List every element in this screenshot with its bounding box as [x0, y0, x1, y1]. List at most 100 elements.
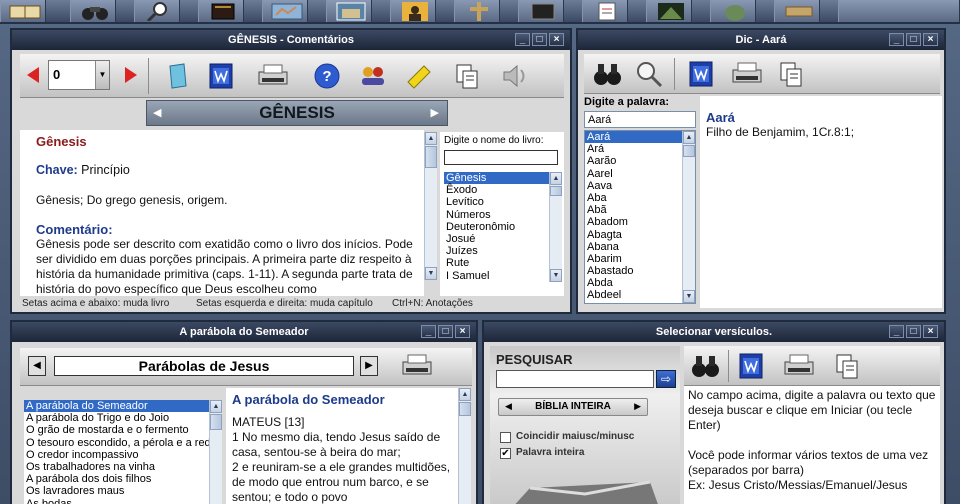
bible-icon[interactable]	[198, 0, 244, 22]
scroll-icon[interactable]	[774, 0, 820, 22]
parable-list-scrollbar[interactable]: ▲	[209, 400, 222, 504]
whole-word-checkbox[interactable]: ✔	[500, 448, 511, 459]
magnifier-icon[interactable]	[134, 0, 180, 22]
book-list-item[interactable]: Gênesis	[444, 172, 562, 185]
parable-list-item[interactable]: Os trabalhadores na vinha	[24, 461, 222, 473]
word-list-scrollbar[interactable]: ▲ ▼	[682, 131, 695, 303]
parable-group-select[interactable]: Parábolas de Jesus	[54, 356, 354, 376]
parable-list-item[interactable]: As bodas	[24, 498, 222, 504]
parable-list-item[interactable]: Os lavradores maus	[24, 485, 222, 497]
word-list-item[interactable]: Abana	[585, 241, 695, 253]
parable-title[interactable]: A parábola do Semeador	[12, 322, 476, 342]
word-list-item[interactable]: Abadom	[585, 216, 695, 228]
scroll-thumb[interactable]	[550, 186, 562, 196]
book-list-item[interactable]: Êxodo	[444, 184, 562, 196]
scroll-up-icon[interactable]: ▲	[683, 131, 695, 144]
book-list-item[interactable]: Rute	[444, 257, 562, 269]
maximize-button[interactable]: □	[532, 33, 547, 46]
scroll-thumb[interactable]	[425, 146, 437, 168]
word-list-item[interactable]: Abastado	[585, 265, 695, 277]
minimize-button[interactable]: _	[889, 325, 904, 338]
scroll-up-icon[interactable]: ▲	[550, 172, 562, 185]
word-list-item[interactable]: Aarel	[585, 168, 695, 180]
scroll-down-icon[interactable]: ▼	[683, 290, 695, 303]
people-icon[interactable]	[356, 60, 390, 92]
prev-chapter-icon[interactable]	[26, 66, 40, 84]
next-chapter-icon[interactable]	[124, 66, 138, 84]
parable-list-item[interactable]: A parábola dos dois filhos	[24, 473, 222, 485]
book-list-item[interactable]: I Samuel	[444, 270, 562, 282]
highlighter-icon[interactable]	[402, 60, 436, 92]
next-group-icon[interactable]: ▶	[360, 356, 378, 376]
scope-next-icon[interactable]: ▶	[634, 401, 641, 412]
copy-icon[interactable]	[830, 350, 864, 382]
word-list-item[interactable]: Aava	[585, 180, 695, 192]
parable-list-item[interactable]: O credor incompassivo	[24, 449, 222, 461]
word-list-item[interactable]: Abã	[585, 204, 695, 216]
word-export-icon[interactable]	[204, 60, 238, 92]
printer-icon[interactable]	[730, 58, 764, 90]
word-list-item[interactable]: Abdeel	[585, 289, 695, 301]
book-icon[interactable]	[0, 0, 46, 22]
book-list-item[interactable]: Juízes	[444, 245, 562, 257]
search-input[interactable]	[496, 370, 654, 388]
printer-icon[interactable]	[256, 60, 290, 92]
parable-text-scrollbar[interactable]: ▲	[458, 388, 471, 504]
close-button[interactable]: ×	[549, 33, 564, 46]
binoculars-icon[interactable]	[688, 350, 722, 382]
minimize-button[interactable]: _	[889, 33, 904, 46]
maximize-button[interactable]: □	[906, 325, 921, 338]
word-export-icon[interactable]	[684, 58, 718, 90]
word-list-item[interactable]: Abda	[585, 277, 695, 289]
book-list-scrollbar[interactable]: ▲ ▼	[549, 172, 562, 282]
scroll-thumb[interactable]	[459, 402, 471, 416]
printer-icon[interactable]	[400, 350, 434, 382]
close-button[interactable]: ×	[923, 325, 938, 338]
parable-list-item[interactable]: O tesouro escondido, a pérola e a rede	[24, 437, 222, 449]
copy-page-icon[interactable]	[160, 60, 194, 92]
speaker-icon[interactable]	[498, 60, 532, 92]
person-icon[interactable]	[390, 0, 436, 22]
scroll-down-icon[interactable]: ▼	[550, 269, 562, 282]
scroll-thumb[interactable]	[683, 145, 695, 157]
notes-icon[interactable]	[582, 0, 628, 22]
verse-search-title[interactable]: Selecionar versículos.	[484, 322, 944, 342]
commentary-scrollbar[interactable]: ▲ ▼	[424, 132, 437, 280]
parable-list-item[interactable]: A parábola do Trigo e do Joio	[24, 412, 222, 424]
book-list-item[interactable]: Josué	[444, 233, 562, 245]
help-icon[interactable]: ?	[310, 60, 344, 92]
book-list-item[interactable]: Números	[444, 209, 562, 221]
search-go-icon[interactable]: ⇨	[656, 370, 676, 388]
parable-list-item[interactable]: O grão de mostarda e o fermento	[24, 424, 222, 436]
photo-icon[interactable]	[326, 0, 372, 22]
scope-selector[interactable]: ◀ BÍBLIA INTEIRA ▶	[498, 398, 648, 416]
scroll-down-icon[interactable]: ▼	[425, 267, 437, 280]
match-case-checkbox[interactable]	[500, 432, 511, 443]
book-list-item[interactable]: Levítico	[444, 196, 562, 208]
minimize-button[interactable]: _	[421, 325, 436, 338]
scroll-up-icon[interactable]: ▲	[210, 400, 222, 413]
cross-icon[interactable]	[454, 0, 500, 22]
magnifier-icon[interactable]	[632, 58, 666, 90]
scroll-up-icon[interactable]: ▲	[459, 388, 471, 401]
maximize-button[interactable]: □	[438, 325, 453, 338]
word-list-item[interactable]: Aarão	[585, 155, 695, 167]
minimize-button[interactable]: _	[515, 33, 530, 46]
word-list-item[interactable]: Ará	[585, 143, 695, 155]
next-book-icon[interactable]: ▶	[431, 106, 439, 119]
scroll-thumb[interactable]	[210, 414, 222, 430]
binoculars-icon[interactable]	[70, 0, 116, 22]
painting-icon[interactable]	[646, 0, 692, 22]
book-search-input[interactable]	[444, 150, 558, 165]
word-list-item[interactable]: Aba	[585, 192, 695, 204]
maximize-button[interactable]: □	[906, 33, 921, 46]
word-list-item[interactable]: Aará	[585, 131, 695, 144]
parable-list-item[interactable]: A parábola do Semeador	[24, 400, 222, 413]
word-search-input[interactable]: Aará	[584, 111, 696, 128]
map-icon[interactable]	[262, 0, 308, 22]
word-export-icon[interactable]	[734, 350, 768, 382]
word-list-item[interactable]: Abarim	[585, 253, 695, 265]
binoculars-icon[interactable]	[590, 58, 624, 90]
scroll-up-icon[interactable]: ▲	[425, 132, 437, 145]
printer-icon[interactable]	[782, 350, 816, 382]
